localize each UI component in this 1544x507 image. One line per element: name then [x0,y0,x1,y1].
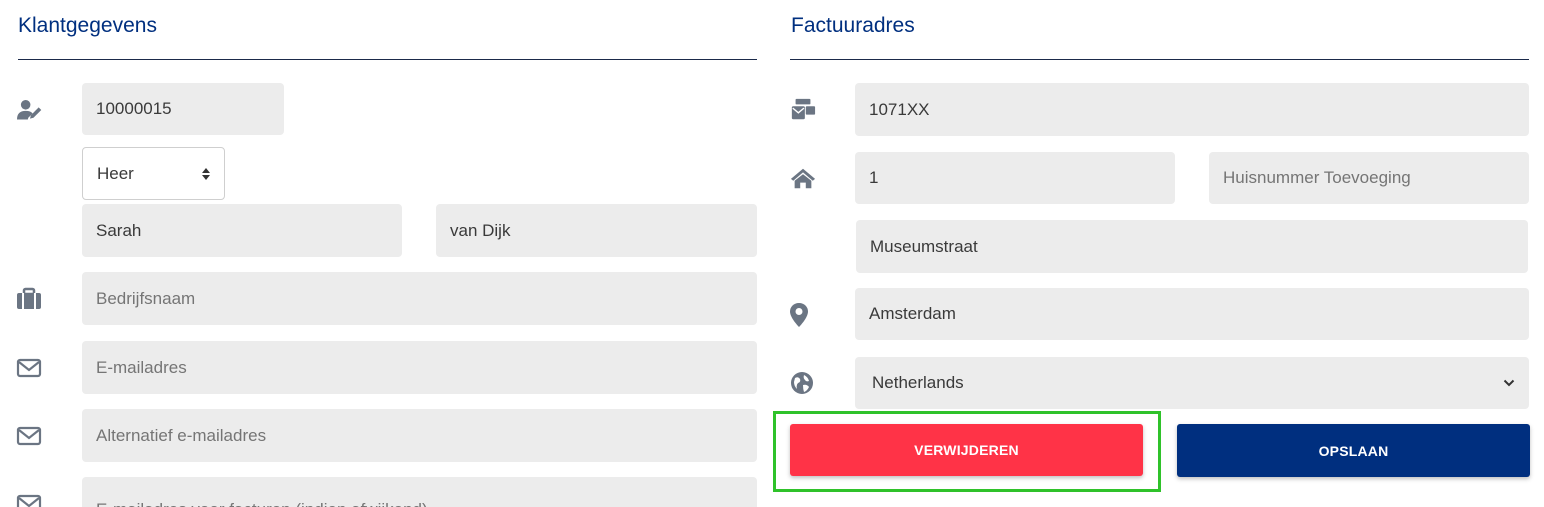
chevron-down-icon [1503,379,1515,387]
country-select[interactable]: Netherlands [855,357,1529,409]
user-edit-icon [17,97,43,123]
billing-section-title: Factuuradres [791,14,915,37]
house-number-addition-field[interactable] [1209,152,1529,204]
alt-envelope-icon [16,423,42,449]
street-field[interactable] [856,220,1528,273]
alternative-email-field[interactable] [82,409,757,462]
home-icon [790,165,816,191]
globe-icon [789,370,815,396]
billing-section-divider [790,59,1529,60]
salutation-value: Heer [97,163,134,183]
company-name-field[interactable] [82,272,757,325]
last-name-field[interactable] [436,204,757,257]
customer-section-divider [18,59,757,60]
save-button[interactable]: OPSLAAN [1177,424,1530,477]
select-arrows-icon [202,167,210,180]
map-marker-icon [786,302,812,328]
envelope-icon [16,355,42,381]
country-value: Netherlands [872,373,964,392]
delete-button[interactable]: VERWIJDEREN [790,424,1143,476]
customer-section-title: Klantgegevens [18,14,157,37]
house-number-field[interactable] [855,152,1175,204]
briefcase-icon [16,286,42,312]
first-name-field[interactable] [82,204,402,257]
mail-bulk-icon [790,97,816,123]
city-field[interactable] [855,288,1529,340]
customer-number-field[interactable] [82,83,284,135]
salutation-select[interactable]: Heer [82,147,225,200]
invoice-envelope-icon [16,491,42,507]
customer-edit-page: Klantgegevens Heer [0,0,1544,507]
postcode-field[interactable] [855,83,1529,136]
email-field[interactable] [82,341,757,394]
invoice-email-field[interactable] [82,477,757,507]
